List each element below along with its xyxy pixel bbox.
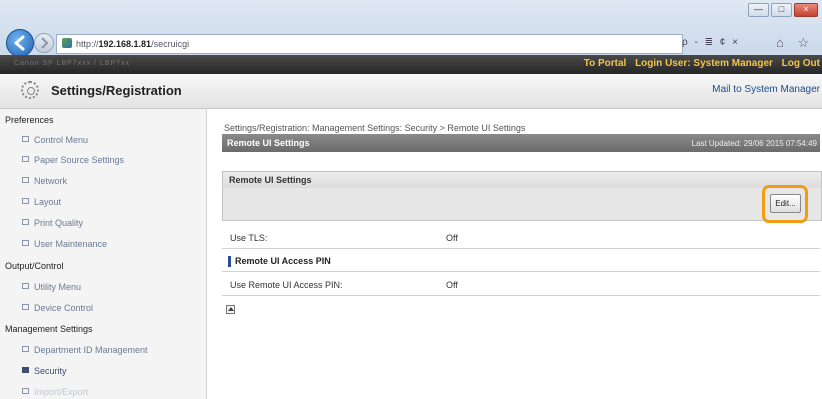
window-controls: — □ × bbox=[748, 3, 818, 17]
top-bar: Canon SF LBP7xxx / LBP7xx To Portal Logi… bbox=[0, 55, 822, 74]
sidebar-category-management-settings: Management Settings bbox=[5, 324, 93, 334]
page-header: Remote UI Settings Last Updated: 29/06 2… bbox=[222, 134, 820, 152]
browser-chrome: — □ × http://192.168.1.81/secruicgi ρ - … bbox=[0, 0, 822, 68]
sidebar-item-label: Utility Menu bbox=[34, 282, 82, 292]
bullet-icon bbox=[22, 388, 29, 394]
page-header-title: Remote UI Settings bbox=[227, 138, 310, 148]
forward-button[interactable] bbox=[34, 33, 54, 53]
sidebar-item-device-control[interactable]: Device Control bbox=[22, 303, 93, 313]
main-content: Settings/Registration: Management Settin… bbox=[214, 109, 822, 399]
use-pin-value: Off bbox=[446, 280, 458, 290]
sidebar-item-label: Network bbox=[34, 176, 68, 186]
address-bar-tools[interactable]: ρ - ≣ ¢ × bbox=[682, 34, 740, 52]
bullet-icon bbox=[22, 240, 29, 246]
logout-link[interactable]: Log Out bbox=[782, 58, 820, 69]
back-button[interactable] bbox=[6, 29, 34, 57]
pin-section-title: Remote UI Access PIN bbox=[228, 256, 331, 267]
edit-toolbar bbox=[222, 188, 822, 221]
arrow-right-icon bbox=[41, 37, 49, 49]
minimize-button[interactable]: — bbox=[748, 3, 769, 17]
divider bbox=[222, 295, 820, 296]
sidebar-item-department-id-management[interactable]: Department ID Management bbox=[22, 345, 148, 355]
sidebar-item-import-export[interactable]: Import/Export bbox=[22, 387, 88, 397]
sidebar-item-security[interactable]: Security bbox=[22, 366, 67, 376]
sidebar-item-label: Control Menu bbox=[34, 135, 89, 145]
sidebar-item-layout[interactable]: Layout bbox=[22, 197, 61, 207]
device-name: Canon SF LBP7xxx / LBP7xx bbox=[14, 60, 131, 67]
page-title: Settings/Registration bbox=[51, 83, 182, 98]
divider bbox=[222, 248, 820, 249]
sidebar-item-label: Security bbox=[34, 366, 67, 376]
to-portal-link[interactable]: To Portal bbox=[584, 58, 627, 69]
gear-icon bbox=[21, 81, 39, 99]
sidebar-item-control-menu[interactable]: Control Menu bbox=[22, 135, 88, 145]
mail-to-system-manager-link[interactable]: Mail to System Manager bbox=[712, 84, 820, 95]
back-to-top-icon[interactable] bbox=[226, 305, 235, 314]
use-tls-value: Off bbox=[446, 233, 458, 243]
arrow-left-icon bbox=[14, 35, 25, 51]
title-bar: Settings/Registration Mail to System Man… bbox=[0, 74, 822, 109]
sidebar-category-output-control: Output/Control bbox=[5, 261, 64, 271]
sidebar-item-network[interactable]: Network bbox=[22, 176, 67, 186]
sidebar-item-label: Print Quality bbox=[34, 218, 84, 228]
bullet-icon bbox=[22, 219, 29, 225]
use-pin-label: Use Remote UI Access PIN: bbox=[230, 280, 343, 290]
address-bar[interactable]: http://192.168.1.81/secruicgi bbox=[56, 34, 227, 54]
bullet-icon bbox=[22, 304, 29, 310]
last-updated: Last Updated: 29/06 2015 07:54:49 bbox=[691, 139, 817, 148]
breadcrumb: Settings/Registration: Management Settin… bbox=[224, 123, 526, 133]
section-title: Remote UI Settings bbox=[229, 175, 312, 185]
url-path: /secruicgi bbox=[151, 39, 190, 49]
sidebar-item-label: Device Control bbox=[34, 303, 94, 313]
sidebar-item-label: User Maintenance bbox=[34, 239, 108, 249]
sidebar-item-label: Paper Source Settings bbox=[34, 155, 125, 165]
sidebar-category-preferences: Preferences bbox=[5, 115, 54, 125]
sidebar: Preferences Control Menu Paper Source Se… bbox=[0, 109, 207, 399]
url-host: 192.168.1.81 bbox=[98, 39, 152, 49]
bullet-icon bbox=[22, 198, 29, 204]
bullet-icon bbox=[22, 177, 29, 183]
top-bar-links: To Portal Login User: System Manager Log… bbox=[578, 58, 820, 69]
use-tls-label: Use TLS: bbox=[230, 233, 268, 243]
section-header: Remote UI Settings bbox=[222, 171, 822, 189]
sidebar-item-utility-menu[interactable]: Utility Menu bbox=[22, 282, 81, 292]
sidebar-item-paper-source-settings[interactable]: Paper Source Settings bbox=[22, 155, 124, 165]
address-bar-fill[interactable] bbox=[226, 34, 683, 54]
sidebar-item-label: Layout bbox=[34, 197, 62, 207]
sidebar-item-label: Department ID Management bbox=[34, 345, 148, 355]
sidebar-item-label: Import/Export bbox=[34, 387, 89, 397]
sidebar-item-print-quality[interactable]: Print Quality bbox=[22, 218, 83, 228]
bullet-icon bbox=[22, 346, 29, 352]
edit-button[interactable]: Edit... bbox=[770, 194, 801, 213]
sidebar-item-user-maintenance[interactable]: User Maintenance bbox=[22, 239, 107, 249]
bullet-icon bbox=[22, 283, 29, 289]
url-prefix: http:// bbox=[76, 39, 99, 49]
bullet-icon bbox=[22, 367, 29, 373]
bullet-icon bbox=[22, 136, 29, 142]
login-user-text: Login User: System Manager bbox=[635, 58, 773, 69]
close-button[interactable]: × bbox=[794, 3, 818, 17]
bullet-icon bbox=[22, 156, 29, 162]
divider bbox=[222, 271, 820, 272]
maximize-button[interactable]: □ bbox=[771, 3, 792, 17]
site-favicon-icon bbox=[62, 38, 72, 48]
